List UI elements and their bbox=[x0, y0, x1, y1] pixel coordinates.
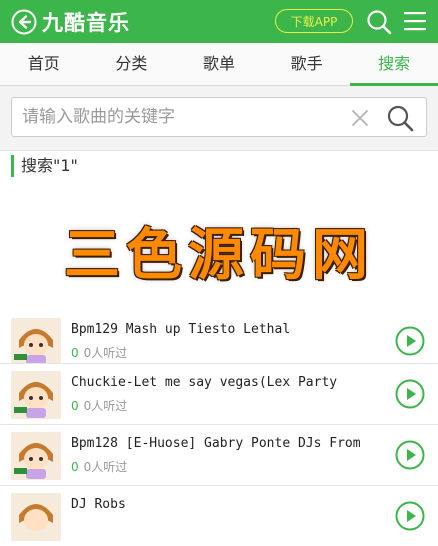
tab-artists[interactable]: 歌手 bbox=[263, 43, 351, 85]
search-submit-icon[interactable] bbox=[386, 104, 414, 132]
app-header: 九酷音乐 下载APP bbox=[0, 0, 438, 43]
song-title[interactable]: DJ Robs bbox=[71, 495, 381, 515]
play-count-number: 0 bbox=[71, 346, 79, 360]
download-app-button[interactable]: 下载APP bbox=[275, 9, 353, 33]
list-item[interactable]: Bpm128 [E-Huose] Gabry Ponte DJs From 00… bbox=[0, 424, 438, 485]
search-icon[interactable] bbox=[366, 9, 392, 35]
song-title[interactable]: Chuckie-Let me say vegas(Lex Party bbox=[71, 373, 381, 393]
menu-icon[interactable] bbox=[404, 11, 426, 31]
tab-search[interactable]: 搜索 bbox=[350, 43, 438, 86]
search-input[interactable] bbox=[12, 98, 342, 136]
play-count-number: 0 bbox=[71, 460, 79, 474]
song-avatar bbox=[11, 493, 61, 541]
play-icon[interactable] bbox=[395, 379, 425, 409]
song-avatar bbox=[11, 432, 61, 480]
song-title[interactable]: Bpm129 Mash up Tiesto Lethal bbox=[71, 320, 381, 340]
watermark-banner: 三色源码网 bbox=[0, 186, 438, 314]
circle-arrow-left-icon[interactable] bbox=[11, 9, 37, 35]
search-box bbox=[11, 97, 427, 137]
play-icon[interactable] bbox=[395, 501, 425, 531]
nav-tabs: 首页 分类 歌单 歌手 搜索 bbox=[0, 43, 438, 86]
list-item[interactable]: DJ Robs bbox=[0, 485, 438, 546]
tab-home[interactable]: 首页 bbox=[0, 43, 88, 85]
close-icon[interactable] bbox=[351, 109, 369, 127]
list-item[interactable]: Chuckie-Let me say vegas(Lex Party 0 0人听过 bbox=[0, 363, 438, 424]
play-count: 0 0人听过 bbox=[71, 398, 127, 414]
play-count-number: 0 bbox=[71, 399, 79, 413]
watermark-text: 三色源码网 bbox=[64, 221, 374, 288]
play-count-label: 0人听过 bbox=[83, 399, 128, 413]
play-count: 0 0人听过 bbox=[71, 345, 127, 361]
tab-categories[interactable]: 分类 bbox=[88, 43, 176, 85]
play-icon[interactable] bbox=[395, 326, 425, 356]
logo[interactable]: 九酷音乐 bbox=[11, 8, 130, 36]
play-icon[interactable] bbox=[395, 440, 425, 470]
play-count: 0 0人听过 bbox=[71, 459, 127, 475]
app-title: 九酷音乐 bbox=[42, 11, 130, 35]
play-count-label: 0人听过 bbox=[83, 346, 128, 360]
song-title[interactable]: Bpm128 [E-Huose] Gabry Ponte DJs From bbox=[71, 434, 381, 454]
song-avatar bbox=[11, 318, 61, 366]
tab-playlists[interactable]: 歌单 bbox=[175, 43, 263, 85]
search-area bbox=[0, 86, 438, 151]
list-item[interactable]: Bpm129 Mash up Tiesto Lethal 0 0人听过 bbox=[0, 310, 438, 371]
song-avatar bbox=[11, 371, 61, 419]
play-count-label: 0人听过 bbox=[83, 460, 128, 474]
search-result-heading: 搜索"1" bbox=[11, 155, 78, 177]
